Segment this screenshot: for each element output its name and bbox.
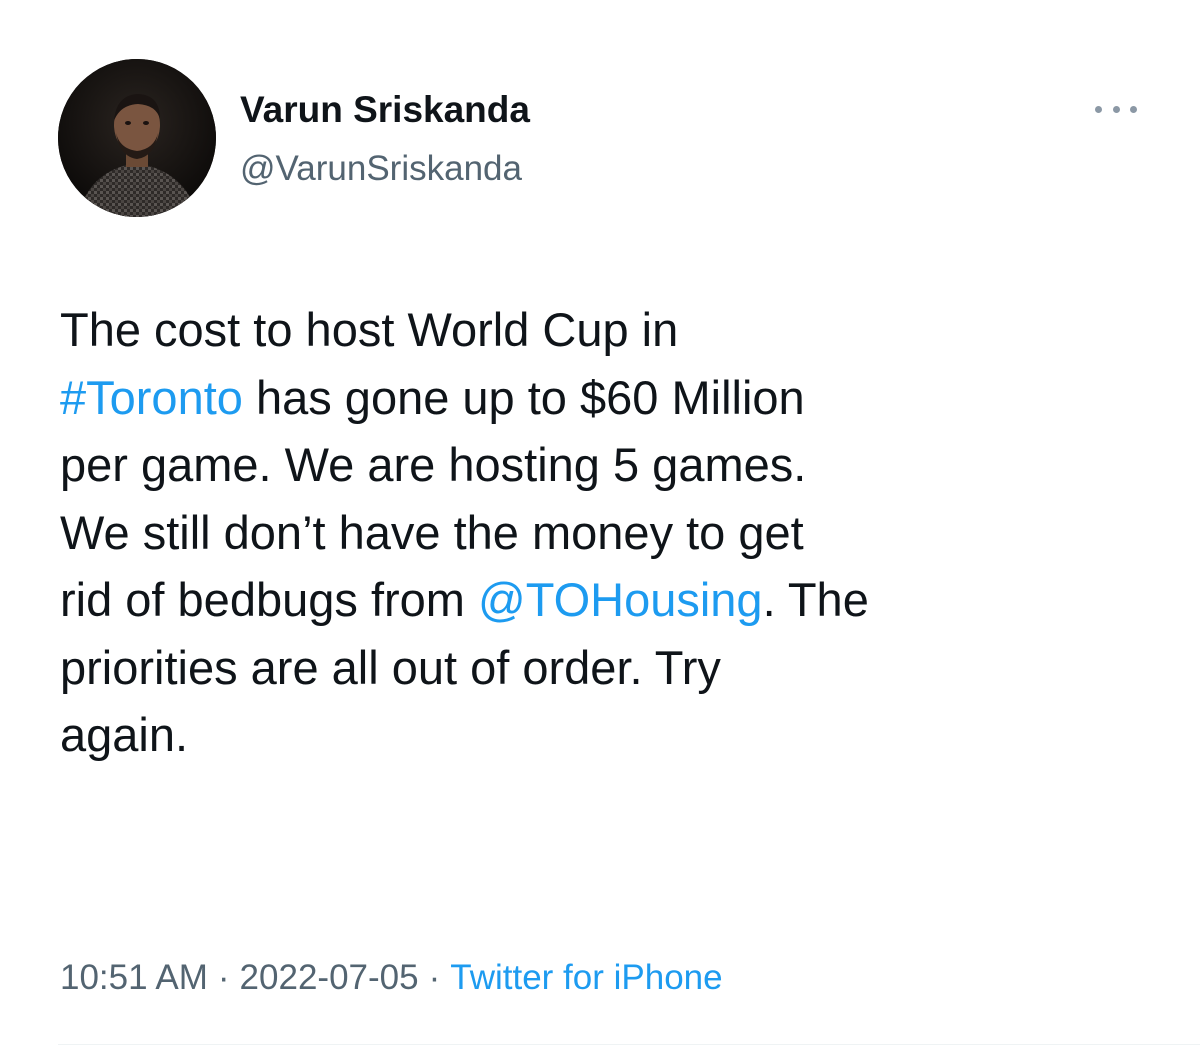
more-options-icon[interactable] bbox=[1092, 94, 1140, 124]
tweet-text-segment: The cost to host World Cup in bbox=[60, 303, 679, 356]
tweet-card: Varun Sriskanda @VarunSriskanda The cost… bbox=[0, 0, 1200, 1062]
meta-separator: · bbox=[217, 958, 230, 997]
tweet-line: The cost to host World Cup in bbox=[60, 296, 1170, 364]
avatar[interactable] bbox=[58, 59, 216, 217]
more-dot bbox=[1095, 105, 1102, 113]
tweet-source-link[interactable]: Twitter for iPhone bbox=[450, 958, 722, 997]
tweet-text-segment: . The bbox=[762, 573, 869, 626]
tweet-time[interactable]: 10:51 AM bbox=[60, 958, 208, 997]
avatar-photo bbox=[58, 59, 216, 217]
tweet-text: The cost to host World Cup in #Toronto h… bbox=[60, 296, 1170, 769]
tweet-text-segment: again. bbox=[60, 708, 189, 761]
tweet-text-segment: rid of bedbugs from bbox=[60, 573, 478, 626]
tweet-line: per game. We are hosting 5 games. bbox=[60, 431, 1170, 499]
tweet-text-segment: has gone up to $60 Million bbox=[242, 370, 805, 424]
author-handle[interactable]: @VarunSriskanda bbox=[240, 146, 522, 192]
meta-separator: · bbox=[428, 958, 441, 997]
tweet-meta: 10:51 AM · 2022-07-05 · Twitter for iPhone bbox=[60, 950, 723, 1006]
tweet-line: #Toronto has gone up to $60 Million bbox=[60, 364, 1170, 432]
tweet-text-segment: We still don’t have the money to get bbox=[60, 505, 804, 559]
author-display-name[interactable]: Varun Sriskanda bbox=[240, 86, 530, 134]
more-dot bbox=[1112, 105, 1120, 113]
divider bbox=[58, 1044, 1200, 1045]
mention-link-tohousing[interactable]: @TOHousing bbox=[478, 573, 763, 626]
tweet-text-segment: priorities are all out of order. Try bbox=[60, 640, 721, 694]
tweet-line: priorities are all out of order. Try bbox=[60, 634, 1170, 702]
tweet-text-segment: per game. We are hosting 5 games. bbox=[60, 438, 807, 491]
tweet-date[interactable]: 2022-07-05 bbox=[240, 958, 419, 997]
tweet-line: rid of bedbugs from @TOHousing. The bbox=[60, 566, 1170, 634]
more-dot bbox=[1130, 105, 1137, 113]
hashtag-link-toronto[interactable]: #Toronto bbox=[60, 371, 243, 424]
tweet-line: again. bbox=[60, 701, 1170, 769]
tweet-line: We still don’t have the money to get bbox=[60, 499, 1170, 567]
